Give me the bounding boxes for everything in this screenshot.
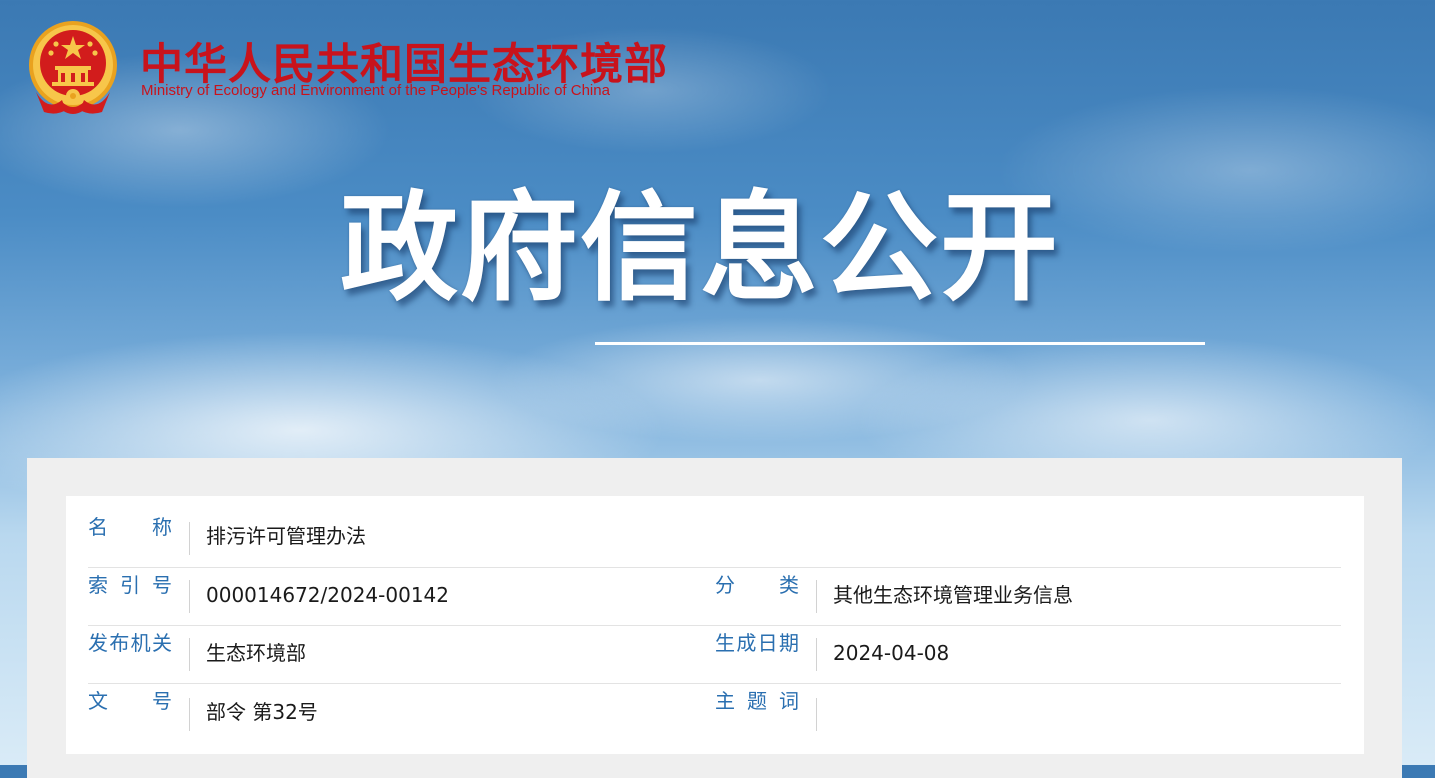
- cell-divider: [189, 698, 190, 731]
- label-document-number: 文 号: [88, 689, 172, 713]
- site-subtitle: Ministry of Ecology and Environment of t…: [141, 82, 610, 99]
- national-emblem-icon[interactable]: [26, 20, 120, 118]
- cell-divider: [816, 698, 817, 731]
- value-document-number: 部令 第32号: [206, 700, 318, 724]
- value-name: 排污许可管理办法: [206, 524, 366, 548]
- info-row-document-number: 文 号 部令 第32号 主 题 词: [88, 683, 1341, 741]
- value-category: 其他生态环境管理业务信息: [833, 583, 1073, 607]
- label-category: 分 类: [715, 573, 799, 597]
- cell-divider: [189, 522, 190, 555]
- cell-divider: [189, 580, 190, 613]
- cell-divider: [816, 580, 817, 613]
- label-name: 名 称: [88, 515, 172, 539]
- label-index-number: 索 引 号: [88, 573, 172, 597]
- value-publisher: 生态环境部: [206, 641, 306, 665]
- label-subject-terms: 主 题 词: [715, 689, 799, 713]
- label-publisher: 发 布 机 关: [88, 631, 172, 655]
- banner-title: 政府信息公开: [340, 179, 1061, 317]
- label-created-date: 生 成 日 期: [715, 631, 799, 655]
- cell-divider: [816, 638, 817, 671]
- value-index-number: 000014672/2024-00142: [206, 583, 449, 607]
- value-created-date: 2024-04-08: [833, 641, 950, 665]
- banner-underline: [595, 342, 1205, 345]
- document-info-table: 名 称 排污许可管理办法 索 引 号 000014672/2024-00142 …: [66, 496, 1364, 754]
- cell-divider: [189, 638, 190, 671]
- site-header: 中华人民共和国生态环境部 Ministry of Ecology and Env…: [0, 0, 1435, 130]
